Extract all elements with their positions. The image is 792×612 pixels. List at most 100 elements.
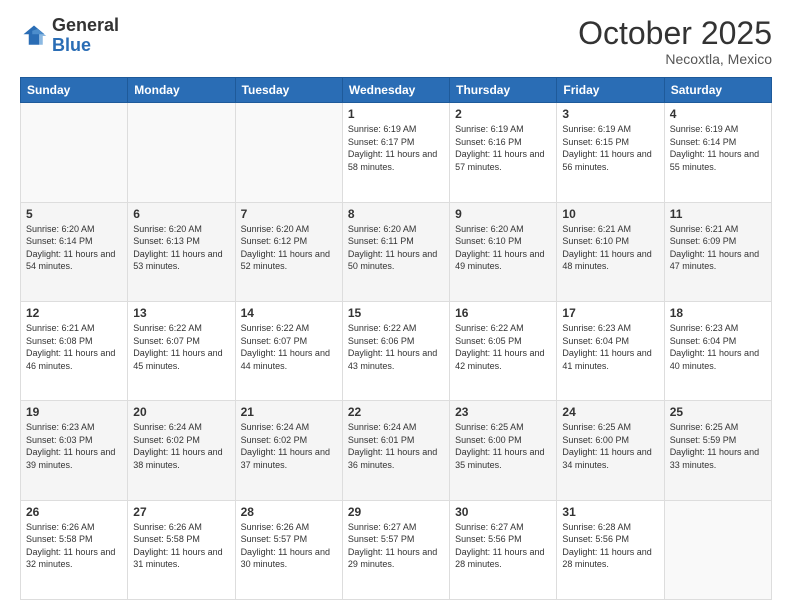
day-number: 9 — [455, 207, 551, 221]
logo: General Blue — [20, 16, 119, 56]
day-cell-4-2: 28 Sunrise: 6:26 AM Sunset: 5:57 PM Dayli… — [235, 500, 342, 599]
month-title: October 2025 — [578, 16, 772, 51]
col-monday: Monday — [128, 78, 235, 103]
day-number: 29 — [348, 505, 444, 519]
day-info: Sunrise: 6:20 AM Sunset: 6:11 PM Dayligh… — [348, 223, 444, 273]
day-number: 12 — [26, 306, 122, 320]
week-row-2: 12 Sunrise: 6:21 AM Sunset: 6:08 PM Dayli… — [21, 301, 772, 400]
day-cell-3-4: 23 Sunrise: 6:25 AM Sunset: 6:00 PM Dayli… — [450, 401, 557, 500]
day-number: 4 — [670, 107, 766, 121]
day-info: Sunrise: 6:25 AM Sunset: 6:00 PM Dayligh… — [455, 421, 551, 471]
week-row-1: 5Sunrise: 6:20 AM Sunset: 6:14 PM Daylig… — [21, 202, 772, 301]
page: General Blue October 2025 Necoxtla, Mexi… — [0, 0, 792, 612]
day-number: 11 — [670, 207, 766, 221]
day-cell-4-4: 30Sunrise: 6:27 AM Sunset: 5:56 PM Dayli… — [450, 500, 557, 599]
col-friday: Friday — [557, 78, 664, 103]
day-info: Sunrise: 6:26 AM Sunset: 5:57 PM Dayligh… — [241, 521, 337, 571]
logo-general-text: General — [52, 15, 119, 35]
day-number: 1 — [348, 107, 444, 121]
col-saturday: Saturday — [664, 78, 771, 103]
week-row-4: 26 Sunrise: 6:26 AM Sunset: 5:58 PM Dayli… — [21, 500, 772, 599]
day-number: 24 — [562, 405, 658, 419]
day-cell-1-5: 10Sunrise: 6:21 AM Sunset: 6:10 PM Dayli… — [557, 202, 664, 301]
logo-icon — [20, 22, 48, 50]
day-info: Sunrise: 6:20 AM Sunset: 6:13 PM Dayligh… — [133, 223, 229, 273]
day-number: 26 — [26, 505, 122, 519]
day-cell-0-2 — [235, 103, 342, 202]
day-number: 28 — [241, 505, 337, 519]
day-number: 22 — [348, 405, 444, 419]
day-cell-2-5: 17Sunrise: 6:23 AM Sunset: 6:04 PM Dayli… — [557, 301, 664, 400]
day-info: Sunrise: 6:24 AM Sunset: 6:02 PM Dayligh… — [133, 421, 229, 471]
day-info: Sunrise: 6:24 AM Sunset: 6:01 PM Dayligh… — [348, 421, 444, 471]
day-number: 16 — [455, 306, 551, 320]
day-number: 21 — [241, 405, 337, 419]
day-cell-1-2: 7 Sunrise: 6:20 AM Sunset: 6:12 PM Daylig… — [235, 202, 342, 301]
day-info: Sunrise: 6:22 AM Sunset: 6:07 PM Dayligh… — [241, 322, 337, 372]
day-cell-0-0 — [21, 103, 128, 202]
day-number: 5 — [26, 207, 122, 221]
day-number: 25 — [670, 405, 766, 419]
day-info: Sunrise: 6:23 AM Sunset: 6:04 PM Dayligh… — [670, 322, 766, 372]
location-subtitle: Necoxtla, Mexico — [578, 51, 772, 67]
day-number: 2 — [455, 107, 551, 121]
logo-text: General Blue — [52, 16, 119, 56]
day-number: 10 — [562, 207, 658, 221]
day-info: Sunrise: 6:26 AM Sunset: 5:58 PM Dayligh… — [26, 521, 122, 571]
day-cell-2-6: 18 Sunrise: 6:23 AM Sunset: 6:04 PM Dayli… — [664, 301, 771, 400]
day-number: 6 — [133, 207, 229, 221]
day-number: 23 — [455, 405, 551, 419]
day-info: Sunrise: 6:27 AM Sunset: 5:56 PM Dayligh… — [455, 521, 551, 571]
day-cell-3-6: 25 Sunrise: 6:25 AM Sunset: 5:59 PM Dayli… — [664, 401, 771, 500]
col-wednesday: Wednesday — [342, 78, 449, 103]
day-cell-1-0: 5Sunrise: 6:20 AM Sunset: 6:14 PM Daylig… — [21, 202, 128, 301]
day-number: 18 — [670, 306, 766, 320]
day-info: Sunrise: 6:22 AM Sunset: 6:07 PM Dayligh… — [133, 322, 229, 372]
day-info: Sunrise: 6:27 AM Sunset: 5:57 PM Dayligh… — [348, 521, 444, 571]
col-sunday: Sunday — [21, 78, 128, 103]
day-cell-3-0: 19Sunrise: 6:23 AM Sunset: 6:03 PM Dayli… — [21, 401, 128, 500]
day-cell-1-6: 11 Sunrise: 6:21 AM Sunset: 6:09 PM Dayli… — [664, 202, 771, 301]
day-info: Sunrise: 6:21 AM Sunset: 6:09 PM Dayligh… — [670, 223, 766, 273]
day-number: 20 — [133, 405, 229, 419]
day-info: Sunrise: 6:24 AM Sunset: 6:02 PM Dayligh… — [241, 421, 337, 471]
day-cell-1-3: 8 Sunrise: 6:20 AM Sunset: 6:11 PM Daylig… — [342, 202, 449, 301]
day-info: Sunrise: 6:21 AM Sunset: 6:08 PM Dayligh… — [26, 322, 122, 372]
logo-blue-text: Blue — [52, 35, 91, 55]
week-row-3: 19Sunrise: 6:23 AM Sunset: 6:03 PM Dayli… — [21, 401, 772, 500]
day-number: 8 — [348, 207, 444, 221]
day-info: Sunrise: 6:23 AM Sunset: 6:04 PM Dayligh… — [562, 322, 658, 372]
day-number: 13 — [133, 306, 229, 320]
col-thursday: Thursday — [450, 78, 557, 103]
day-cell-0-1 — [128, 103, 235, 202]
col-tuesday: Tuesday — [235, 78, 342, 103]
header: General Blue October 2025 Necoxtla, Mexi… — [20, 16, 772, 67]
day-number: 3 — [562, 107, 658, 121]
day-info: Sunrise: 6:28 AM Sunset: 5:56 PM Dayligh… — [562, 521, 658, 571]
calendar-table: Sunday Monday Tuesday Wednesday Thursday… — [20, 77, 772, 600]
day-info: Sunrise: 6:25 AM Sunset: 5:59 PM Dayligh… — [670, 421, 766, 471]
day-cell-4-5: 31 Sunrise: 6:28 AM Sunset: 5:56 PM Dayli… — [557, 500, 664, 599]
day-info: Sunrise: 6:20 AM Sunset: 6:10 PM Dayligh… — [455, 223, 551, 273]
day-cell-4-0: 26 Sunrise: 6:26 AM Sunset: 5:58 PM Dayli… — [21, 500, 128, 599]
day-number: 31 — [562, 505, 658, 519]
week-row-0: 1 Sunrise: 6:19 AM Sunset: 6:17 PM Daylig… — [21, 103, 772, 202]
day-cell-3-2: 21 Sunrise: 6:24 AM Sunset: 6:02 PM Dayli… — [235, 401, 342, 500]
day-cell-1-4: 9 Sunrise: 6:20 AM Sunset: 6:10 PM Daylig… — [450, 202, 557, 301]
day-info: Sunrise: 6:19 AM Sunset: 6:17 PM Dayligh… — [348, 123, 444, 173]
day-info: Sunrise: 6:20 AM Sunset: 6:12 PM Dayligh… — [241, 223, 337, 273]
day-cell-3-3: 22 Sunrise: 6:24 AM Sunset: 6:01 PM Dayli… — [342, 401, 449, 500]
day-cell-4-1: 27Sunrise: 6:26 AM Sunset: 5:58 PM Dayli… — [128, 500, 235, 599]
day-cell-0-5: 3Sunrise: 6:19 AM Sunset: 6:15 PM Daylig… — [557, 103, 664, 202]
day-info: Sunrise: 6:26 AM Sunset: 5:58 PM Dayligh… — [133, 521, 229, 571]
calendar-header-row: Sunday Monday Tuesday Wednesday Thursday… — [21, 78, 772, 103]
day-cell-2-3: 15Sunrise: 6:22 AM Sunset: 6:06 PM Dayli… — [342, 301, 449, 400]
day-info: Sunrise: 6:22 AM Sunset: 6:05 PM Dayligh… — [455, 322, 551, 372]
day-cell-2-0: 12 Sunrise: 6:21 AM Sunset: 6:08 PM Dayli… — [21, 301, 128, 400]
day-number: 7 — [241, 207, 337, 221]
day-cell-4-3: 29 Sunrise: 6:27 AM Sunset: 5:57 PM Dayli… — [342, 500, 449, 599]
day-cell-0-6: 4Sunrise: 6:19 AM Sunset: 6:14 PM Daylig… — [664, 103, 771, 202]
day-number: 14 — [241, 306, 337, 320]
day-cell-4-6 — [664, 500, 771, 599]
day-cell-0-4: 2Sunrise: 6:19 AM Sunset: 6:16 PM Daylig… — [450, 103, 557, 202]
